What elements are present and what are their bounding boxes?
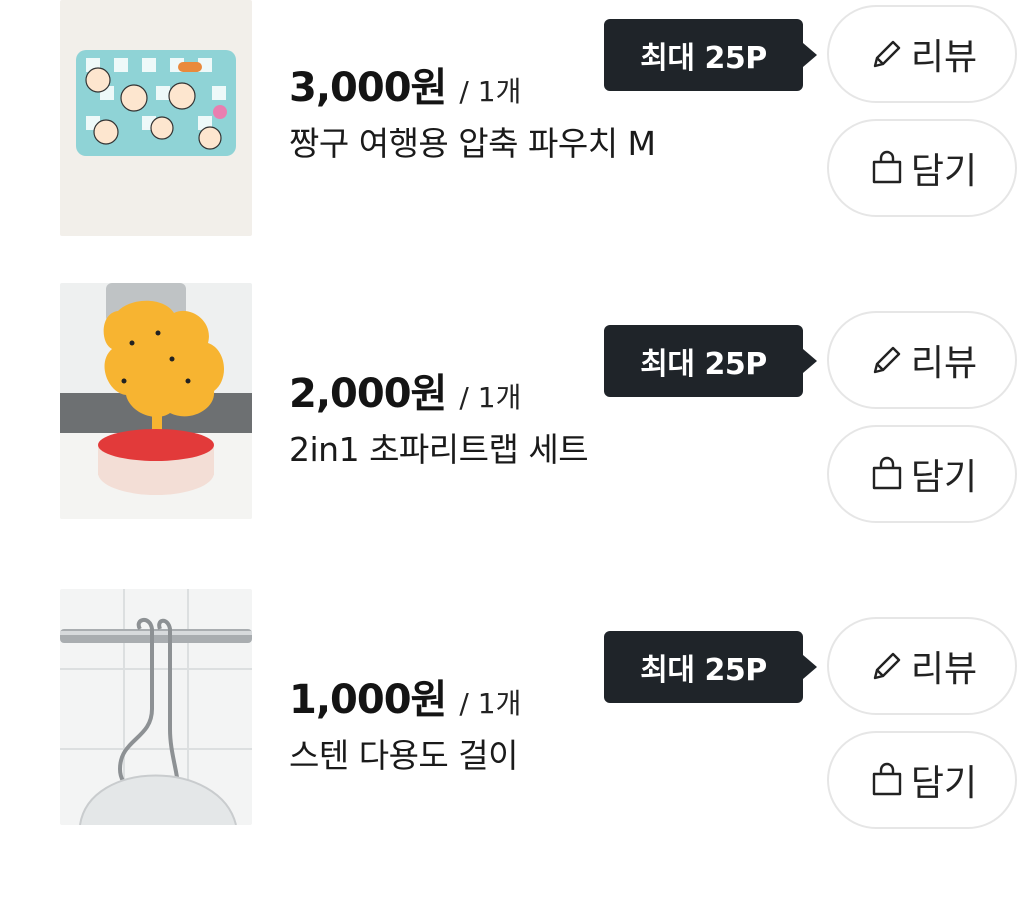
pencil-icon xyxy=(867,34,907,74)
review-label: 리뷰 xyxy=(910,649,978,690)
price-line: 2,000원 / 1개 xyxy=(289,361,521,419)
quantity: / 1개 xyxy=(459,687,522,720)
pencil-icon xyxy=(867,646,907,686)
points-badge: 최대 25P xyxy=(604,631,817,703)
cart-label: 담기 xyxy=(910,457,978,498)
list-item: 3,000원 / 1개 짱구 여행용 압축 파우치 M 최대 25P 리뷰 담기 xyxy=(0,0,1036,260)
cart-label: 담기 xyxy=(910,151,978,192)
price-line: 3,000원 / 1개 xyxy=(289,55,521,113)
quantity: / 1개 xyxy=(459,381,522,414)
price: 1,000원 xyxy=(289,677,447,723)
shopping-bag-icon xyxy=(867,148,907,188)
review-label: 리뷰 xyxy=(910,37,978,78)
review-button[interactable]: 리뷰 xyxy=(827,5,1017,103)
product-image-steel-hook[interactable] xyxy=(60,589,252,825)
list-item: 1,000원 / 1개 스텐 다용도 걸이 최대 25P 리뷰 담기 xyxy=(0,589,1036,872)
product-name[interactable]: 스텐 다용도 걸이 xyxy=(289,729,519,777)
review-button[interactable]: 리뷰 xyxy=(827,311,1017,409)
list-item: 2,000원 / 1개 2in1 초파리트랩 세트 최대 25P 리뷰 담기 xyxy=(0,283,1036,566)
points-badge: 최대 25P xyxy=(604,19,817,91)
shopping-bag-icon xyxy=(867,454,907,494)
product-name[interactable]: 2in1 초파리트랩 세트 xyxy=(289,423,589,471)
product-image-pouch[interactable] xyxy=(60,0,252,236)
review-button[interactable]: 리뷰 xyxy=(827,617,1017,715)
add-to-cart-button[interactable]: 담기 xyxy=(827,731,1017,829)
price-line: 1,000원 / 1개 xyxy=(289,667,521,725)
add-to-cart-button[interactable]: 담기 xyxy=(827,425,1017,523)
review-label: 리뷰 xyxy=(910,343,978,384)
points-badge: 최대 25P xyxy=(604,325,817,397)
add-to-cart-button[interactable]: 담기 xyxy=(827,119,1017,217)
price: 3,000원 xyxy=(289,65,447,111)
shopping-bag-icon xyxy=(867,760,907,800)
product-image-fly-trap[interactable] xyxy=(60,283,252,519)
pencil-icon xyxy=(867,340,907,380)
product-name[interactable]: 짱구 여행용 압축 파우치 M xyxy=(289,117,656,165)
quantity: / 1개 xyxy=(459,75,522,108)
cart-label: 담기 xyxy=(910,763,978,804)
price: 2,000원 xyxy=(289,371,447,417)
